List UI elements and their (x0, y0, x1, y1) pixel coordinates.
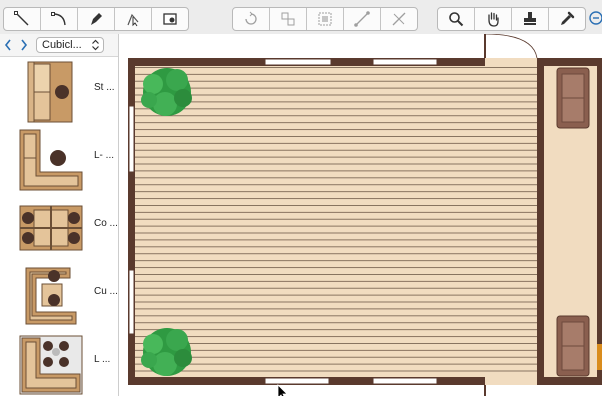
library-item-cluster-cubicle[interactable]: Co ... (0, 194, 118, 260)
drawing-canvas[interactable] (119, 34, 602, 396)
l-cubicle-thumbnail (19, 129, 83, 191)
group-button[interactable] (307, 8, 344, 30)
eyedropper-button[interactable] (549, 8, 585, 30)
drawing-tools-group (3, 7, 189, 31)
library-select-value: Cubicl... (42, 39, 82, 51)
line-tool-icon (14, 11, 29, 26)
line-tool-button[interactable] (4, 8, 41, 30)
library-header: Cubicl... (0, 34, 118, 57)
library-item-label: L ... (94, 354, 111, 365)
align-icon (281, 12, 295, 26)
library-sidebar: Cubicl... St ... L- ... Co ... Cu ... L … (0, 34, 119, 396)
curved-cubicle-thumbnail (25, 267, 77, 325)
library-item-l-desk-cluster[interactable]: L ... (0, 330, 118, 396)
rotate-icon (245, 11, 257, 25)
disconnect-icon (392, 12, 406, 26)
view-tools-group (437, 7, 586, 31)
direct-select-button[interactable] (115, 8, 152, 30)
insert-shape-button[interactable] (152, 8, 188, 30)
library-item-curved-cubicle[interactable]: Cu ... (0, 262, 118, 328)
back-button[interactable] (0, 35, 16, 55)
toolbar (0, 0, 602, 35)
align-button[interactable] (270, 8, 307, 30)
chevron-left-icon (4, 39, 11, 51)
door-swing-arc (484, 34, 538, 59)
chevron-updown-icon (92, 39, 99, 51)
pen-tool-icon (91, 13, 102, 25)
adjacent-room-wall (544, 58, 602, 66)
mouse-cursor-icon (277, 384, 288, 396)
chevron-right-icon (21, 39, 28, 51)
arc-tool-icon (51, 12, 66, 26)
forward-button[interactable] (16, 35, 32, 55)
armchair-top-right[interactable] (556, 67, 590, 129)
stamp-icon (524, 12, 536, 25)
library-item-label: St ... (94, 82, 115, 93)
pen-tool-button[interactable] (78, 8, 115, 30)
rotate-button[interactable] (233, 8, 270, 30)
eyedropper-icon (561, 11, 575, 25)
group-icon (318, 12, 332, 26)
arc-tool-button[interactable] (41, 8, 78, 30)
edge-element (597, 344, 602, 370)
floor-plan (128, 34, 602, 396)
zoom-button[interactable] (438, 8, 475, 30)
cluster-cubicle-thumbnail (19, 205, 83, 251)
insert-shape-icon (163, 13, 177, 25)
straight-cubicle-thumbnail (27, 61, 73, 123)
connector-button[interactable] (344, 8, 381, 30)
door-opening-top[interactable] (485, 58, 537, 66)
adjacent-room-wall-bottom (544, 377, 602, 385)
connector-icon (354, 11, 370, 27)
library-item-label: L- ... (94, 150, 115, 161)
library-select[interactable]: Cubicl... (36, 37, 104, 53)
adjacent-room-edge (597, 66, 602, 378)
stamp-button[interactable] (512, 8, 549, 30)
arrange-tools-group (232, 7, 418, 31)
door-opening-bottom[interactable] (485, 377, 537, 385)
direct-select-icon (127, 13, 139, 27)
hand-pan-icon (488, 12, 499, 27)
floor-area (135, 66, 537, 378)
library-item-label: Cu ... (94, 286, 118, 297)
hand-pan-button[interactable] (475, 8, 512, 30)
disconnect-button[interactable] (381, 8, 417, 30)
library-item-l-cubicle[interactable]: L- ... (0, 126, 118, 192)
l-desk-cluster-thumbnail (19, 335, 83, 395)
zoom-out-icon[interactable] (588, 11, 602, 25)
zoom-icon (449, 12, 464, 27)
armchair-bottom-right[interactable] (556, 315, 590, 377)
library-item-label: Co ... (94, 218, 118, 229)
library-item-straight-cubicle[interactable]: St ... (0, 58, 118, 124)
